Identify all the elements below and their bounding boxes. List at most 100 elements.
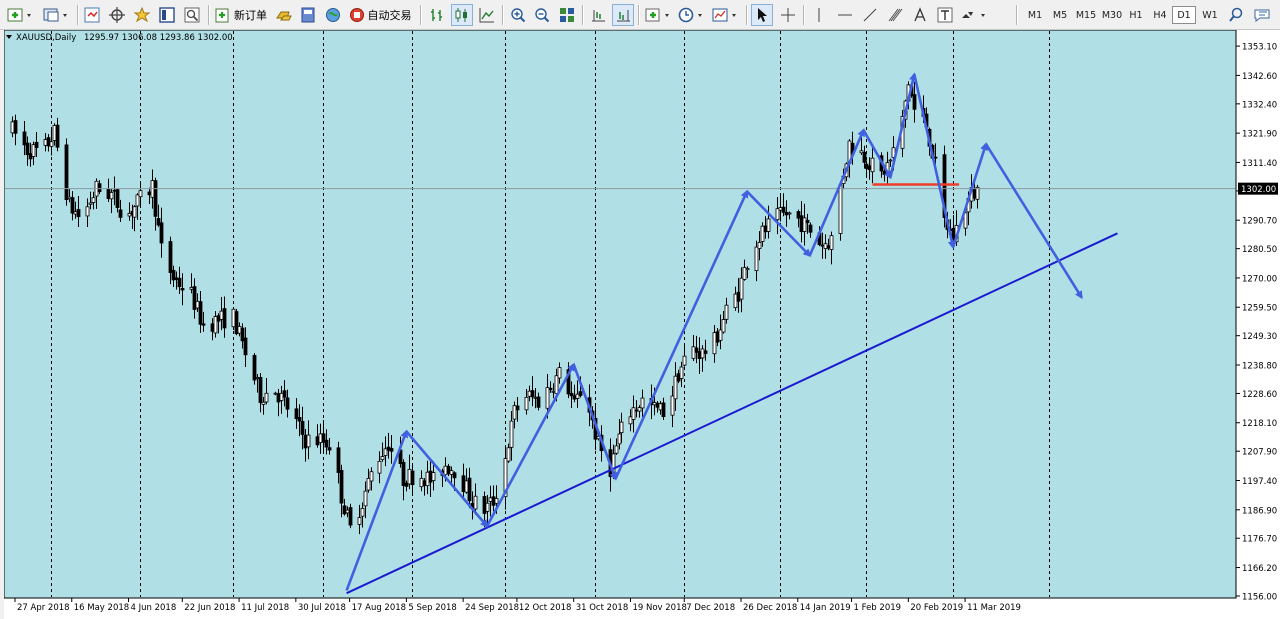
candle-body <box>452 472 457 479</box>
plot-area <box>4 30 1237 599</box>
timeframe-h4[interactable]: H4 <box>1148 6 1172 24</box>
data-window-button[interactable] <box>156 4 178 26</box>
candle-body <box>652 402 657 406</box>
candle-body <box>339 470 344 504</box>
candle-body <box>255 377 260 379</box>
chat-button[interactable] <box>1252 4 1274 26</box>
crosshair-button[interactable] <box>777 4 799 26</box>
candle-body <box>240 327 245 342</box>
candle-body <box>389 448 394 452</box>
new-order-button[interactable]: 新订单 <box>213 4 269 26</box>
candle-body <box>336 447 341 473</box>
candle-body <box>548 387 553 391</box>
candle-body <box>201 323 206 326</box>
candle-body <box>658 403 663 411</box>
candle-body <box>912 94 917 110</box>
candle-body <box>276 393 281 403</box>
candle-body <box>112 189 117 192</box>
candle-body <box>243 337 248 356</box>
price-chart[interactable]: XAUUSD,Daily 1295.97 1306.08 1293.86 1302… <box>4 30 1280 619</box>
magnifier-chart-icon <box>184 7 200 23</box>
strategy-tester-button[interactable] <box>181 4 203 26</box>
candle-body <box>757 242 762 249</box>
profiles-button[interactable] <box>40 4 72 26</box>
new-order-label: 新订单 <box>234 9 267 22</box>
candle-body <box>742 267 747 280</box>
y-tick-label: 1342.60 <box>1242 72 1277 82</box>
toolbar-separator <box>208 5 209 25</box>
periods-button[interactable] <box>676 4 708 26</box>
toolbar-separator <box>582 5 583 25</box>
candle-body <box>407 468 412 485</box>
candle-body <box>572 395 577 400</box>
line-chart-icon <box>479 8 494 23</box>
candle-body <box>512 405 517 420</box>
candle-body <box>55 124 60 148</box>
autotrading-button[interactable]: 自动交易 <box>347 4 413 26</box>
candle-body <box>282 390 287 398</box>
chart-shift-button[interactable] <box>587 4 609 26</box>
candle-body <box>778 207 783 211</box>
candle-body <box>676 373 681 382</box>
timeframe-w1[interactable]: W1 <box>1198 6 1222 24</box>
line-chart-button[interactable] <box>476 4 498 26</box>
candle-body <box>135 194 140 207</box>
candle-body <box>715 331 720 343</box>
market-watch-button[interactable] <box>81 4 103 26</box>
candle-body <box>70 197 75 214</box>
candle-body <box>28 153 33 160</box>
x-tick-label: 16 May 2018 <box>74 603 129 613</box>
chart-symbol-label: XAUUSD,Daily <box>16 33 76 43</box>
toolbar-separator <box>638 5 639 25</box>
zoom-in-button[interactable] <box>507 4 529 26</box>
clock-icon <box>678 7 702 23</box>
vertical-line-button[interactable] <box>808 4 830 26</box>
globe-icon <box>326 8 340 22</box>
favorites-button[interactable] <box>131 4 153 26</box>
candle-body <box>661 402 666 418</box>
navigator-button[interactable] <box>106 4 128 26</box>
candle-body <box>22 131 27 146</box>
trendline-button[interactable] <box>859 4 881 26</box>
candle-body <box>258 377 263 403</box>
new-chart-button[interactable] <box>4 4 36 26</box>
gold-button[interactable] <box>273 4 295 26</box>
candle-body <box>554 375 559 394</box>
chart-window[interactable]: XAUUSD,Daily 1295.97 1306.08 1293.86 1302… <box>4 30 1280 619</box>
candle-body <box>34 141 39 148</box>
timeframe-h1[interactable]: H1 <box>1124 6 1148 24</box>
timeframe-m5[interactable]: M5 <box>1048 6 1072 24</box>
mql-editor-button[interactable] <box>297 4 319 26</box>
zoom-out-icon <box>535 8 550 23</box>
candle-body <box>760 225 765 242</box>
timeframe-m30[interactable]: M30 <box>1098 6 1126 24</box>
horizontal-line-button[interactable] <box>834 4 856 26</box>
arrows-icon <box>962 12 985 18</box>
candle-body <box>231 308 236 328</box>
bar-chart-button[interactable] <box>426 4 448 26</box>
fibonacci-button[interactable] <box>884 4 906 26</box>
candle-body <box>327 447 332 451</box>
templates-button[interactable] <box>710 4 742 26</box>
timeframe-m15[interactable]: M15 <box>1072 6 1100 24</box>
tile-windows-button[interactable] <box>556 4 578 26</box>
text-label-button[interactable] <box>934 4 956 26</box>
zoom-out-button[interactable] <box>531 4 553 26</box>
autoscroll-button[interactable] <box>612 4 634 26</box>
x-tick-label: 4 Jun 2018 <box>131 603 177 613</box>
candle-body <box>195 300 200 309</box>
fibonacci-icon <box>888 8 903 22</box>
market-button[interactable] <box>322 4 344 26</box>
text-button[interactable] <box>909 4 931 26</box>
arrows-button[interactable] <box>958 4 990 26</box>
cursor-button[interactable] <box>751 4 773 26</box>
y-tick-label: 1207.90 <box>1242 448 1277 458</box>
candlestick-chart-button[interactable] <box>451 4 473 26</box>
indicators-button[interactable] <box>643 4 675 26</box>
candle-body <box>697 351 702 359</box>
timeframe-m1[interactable]: M1 <box>1023 6 1047 24</box>
candle-body <box>634 409 639 412</box>
candle-body <box>192 286 197 310</box>
search-button[interactable] <box>1226 4 1246 26</box>
timeframe-d1[interactable]: D1 <box>1172 6 1196 24</box>
